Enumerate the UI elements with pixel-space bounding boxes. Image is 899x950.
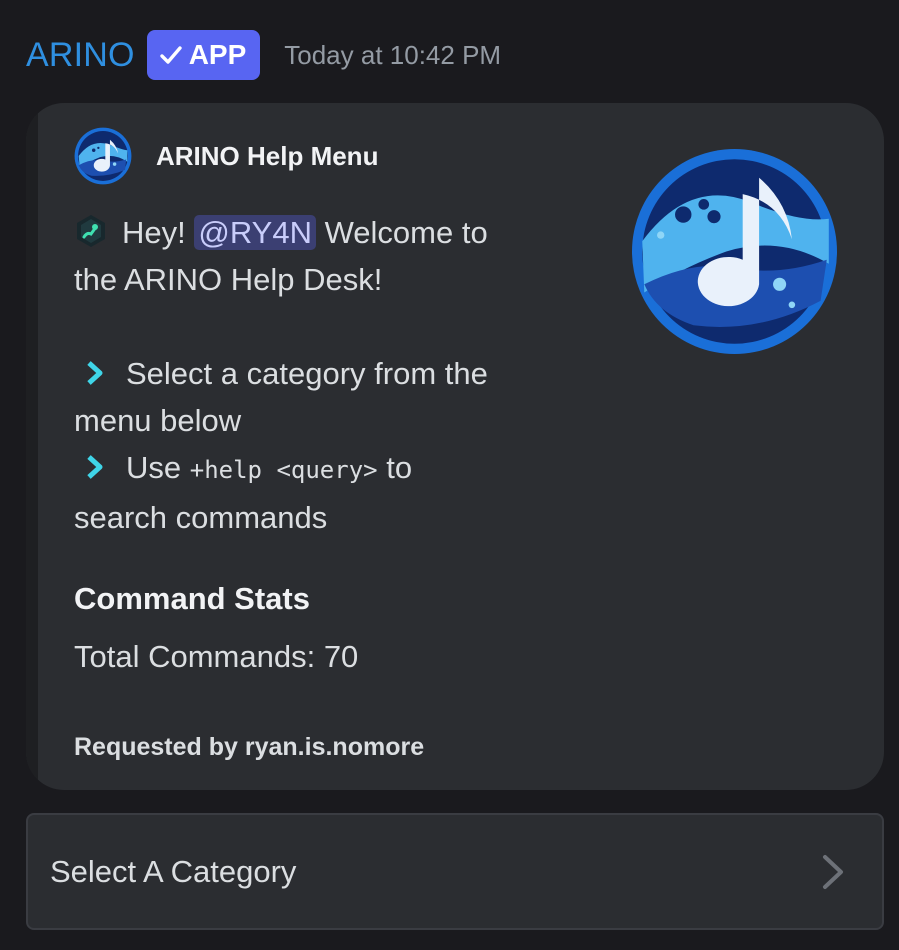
- bullet1-text: Select a category from the: [126, 356, 488, 391]
- help-command-code: +help <query>: [189, 456, 378, 484]
- greeting-suffix: Welcome to: [315, 215, 488, 250]
- select-placeholder: Select A Category: [50, 853, 297, 889]
- bullet2-suffix: to: [377, 450, 413, 485]
- bullet-line-1: Select a category from the: [74, 350, 544, 397]
- chevron-right-icon: [823, 854, 843, 889]
- greeting-line: Hey! @RY4N Welcome to: [74, 209, 544, 256]
- field-value-total-commands: Total Commands: 70: [74, 639, 359, 674]
- app-badge: APP: [146, 30, 261, 80]
- category-select-menu[interactable]: Select A Category: [26, 813, 884, 930]
- user-mention[interactable]: @RY4N: [194, 215, 316, 250]
- checkmark-icon: [159, 46, 182, 64]
- embed-description: Hey! @RY4N Welcome to the ARINO Help Des…: [74, 209, 544, 541]
- bullet-line-2: Use +help <query> to: [74, 444, 544, 494]
- app-badge-label: APP: [188, 39, 247, 70]
- field-title-command-stats: Command Stats: [74, 581, 310, 616]
- bot-avatar-icon[interactable]: [74, 127, 132, 185]
- wave-emoji-icon: [77, 215, 105, 247]
- embed-title: ARINO Help Menu: [156, 140, 379, 171]
- greeting-prefix: Hey!: [122, 215, 195, 250]
- embed-footer: Requested by ryan.is.nomore: [74, 733, 425, 761]
- help-embed: ARINO Help Menu Hey! @RY4N Welcome to th…: [26, 103, 884, 790]
- greeting-line-2: the ARINO Help Desk!: [74, 262, 383, 297]
- embed-author: ARINO Help Menu: [74, 127, 378, 185]
- message-header: ARINO APP Today at 10:42 PM: [26, 30, 501, 80]
- arrow-bullet-icon: [87, 361, 103, 385]
- bullet1-line-2: menu below: [74, 403, 242, 438]
- bullet2-prefix: Use: [126, 450, 190, 485]
- bullet2-line-2: search commands: [74, 500, 328, 535]
- arrow-bullet-icon: [87, 455, 103, 479]
- thumbnail-image[interactable]: [632, 149, 837, 354]
- author-name[interactable]: ARINO: [26, 36, 135, 75]
- embed-accent-bar: [26, 103, 38, 790]
- timestamp[interactable]: Today at 10:42 PM: [284, 40, 501, 71]
